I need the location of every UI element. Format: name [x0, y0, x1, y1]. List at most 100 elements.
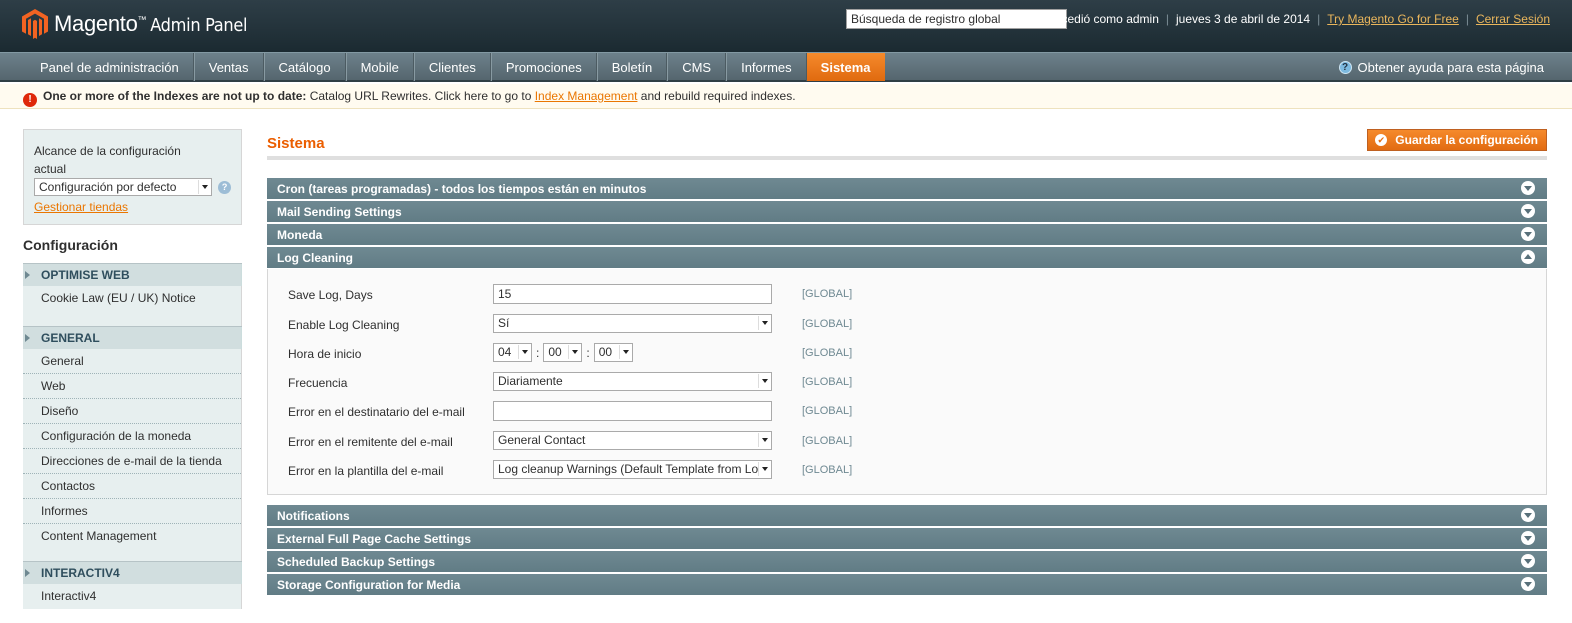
- chevron-down-icon: [758, 316, 770, 330]
- try-magento-go-link[interactable]: Try Magento Go for Free: [1327, 12, 1459, 26]
- expand-icon: [1521, 227, 1535, 241]
- expand-icon: [1521, 204, 1535, 218]
- enable-log-cleaning-select[interactable]: Sí: [493, 314, 772, 333]
- chevron-down-icon: [758, 374, 770, 388]
- frequency-label: Frecuencia: [288, 376, 348, 390]
- tab-item-reports[interactable]: Informes: [23, 499, 241, 524]
- chevron-down-icon: [758, 433, 770, 447]
- chevron-down-icon: [758, 462, 770, 476]
- nav-customers[interactable]: Clientes: [413, 53, 491, 81]
- help-icon[interactable]: ?: [218, 180, 231, 194]
- scope-label: [GLOBAL]: [802, 405, 853, 417]
- title-divider: [267, 156, 1547, 160]
- error-template-label: Error en la plantilla del e-mail: [288, 464, 444, 478]
- nav-catalog[interactable]: Catálogo: [263, 53, 346, 81]
- time-separator: :: [536, 345, 540, 360]
- help-link[interactable]: ? Obtener ayuda para esta página: [1338, 60, 1544, 75]
- scope-label: Alcance de la configuración actual: [34, 144, 181, 176]
- tab-item-design[interactable]: Diseño: [23, 399, 241, 424]
- tab-item-contacts[interactable]: Contactos: [23, 474, 241, 499]
- expand-icon: [1521, 577, 1535, 591]
- tab-item-store-emails[interactable]: Direcciones de e-mail de la tienda: [23, 449, 241, 474]
- global-search-input[interactable]: [846, 9, 1067, 29]
- error-recipient-label: Error en el destinatario del e-mail: [288, 405, 465, 419]
- log-cleaning-fieldset: Save Log, Days [GLOBAL] Enable Log Clean…: [267, 269, 1547, 495]
- config-title: Configuración: [23, 237, 118, 253]
- section-mail-sending[interactable]: Mail Sending Settings: [267, 201, 1547, 222]
- scope-label: [GLOBAL]: [802, 376, 853, 388]
- error-sender-label: Error en el remitente del e-mail: [288, 435, 453, 449]
- scope-label: [GLOBAL]: [802, 318, 853, 330]
- index-management-link[interactable]: Index Management: [535, 89, 638, 103]
- section-storage-media[interactable]: Storage Configuration for Media: [267, 574, 1547, 595]
- date-text: jueves 3 de abril de 2014: [1176, 12, 1311, 26]
- tab-item-content-management[interactable]: Content Management: [23, 524, 241, 549]
- separator: |: [1165, 12, 1169, 26]
- scope-label: [GLOBAL]: [802, 288, 853, 300]
- expand-icon: [1521, 508, 1535, 522]
- index-notice-bar: ! One or more of the Indexes are not up t…: [0, 84, 1572, 109]
- nav-promotions[interactable]: Promociones: [490, 53, 597, 81]
- section-currency[interactable]: Moneda: [267, 224, 1547, 245]
- section-cron[interactable]: Cron (tareas programadas) - todos los ti…: [267, 178, 1547, 199]
- save-log-label: Save Log, Days: [288, 288, 373, 302]
- nav-sales[interactable]: Ventas: [193, 53, 264, 81]
- nav-newsletter[interactable]: Boletín: [596, 53, 668, 81]
- start-minute-select[interactable]: 00: [543, 343, 583, 362]
- tab-group-title[interactable]: INTERACTIV4: [23, 562, 242, 584]
- magento-logo[interactable]: Magento™ Admin Panel: [22, 9, 248, 39]
- chevron-down-icon: [198, 180, 211, 194]
- chevron-down-icon: [518, 345, 530, 359]
- config-tabs: OPTIMISE WEB Cookie Law (EU / UK) Notice…: [23, 263, 242, 609]
- header-links: Accedió como admin | jueves 3 de abril d…: [1047, 12, 1550, 26]
- section-full-page-cache[interactable]: External Full Page Cache Settings: [267, 528, 1547, 549]
- expand-icon: [1521, 554, 1535, 568]
- tab-item-currency[interactable]: Configuración de la moneda: [23, 424, 241, 449]
- tab-item-cookie-law[interactable]: Cookie Law (EU / UK) Notice: [23, 286, 241, 311]
- nav-mobile[interactable]: Mobile: [345, 53, 414, 81]
- start-hour-select[interactable]: 04: [493, 343, 532, 362]
- tab-item-interactiv4[interactable]: Interactiv4: [23, 584, 241, 609]
- scope-label: [GLOBAL]: [802, 347, 853, 359]
- scope-label: [GLOBAL]: [802, 435, 853, 447]
- tab-group-title[interactable]: GENERAL: [23, 327, 242, 349]
- expand-icon: [1521, 531, 1535, 545]
- tab-group-optimise-web: OPTIMISE WEB Cookie Law (EU / UK) Notice: [23, 263, 242, 326]
- section-scheduled-backup[interactable]: Scheduled Backup Settings: [267, 551, 1547, 572]
- chevron-down-icon: [568, 345, 581, 359]
- error-icon: !: [23, 92, 37, 107]
- save-log-days-input[interactable]: [493, 284, 772, 304]
- collapse-icon: [1521, 250, 1535, 264]
- help-icon: ?: [1338, 61, 1352, 74]
- nav-reports[interactable]: Informes: [726, 53, 807, 81]
- start-time-label: Hora de inicio: [288, 347, 362, 361]
- error-template-select[interactable]: Log cleanup Warnings (Default Template f…: [493, 460, 772, 479]
- chevron-down-icon: [618, 345, 631, 359]
- separator: |: [1465, 12, 1469, 26]
- save-config-button[interactable]: ✔ Guardar la configuración: [1367, 129, 1547, 151]
- error-recipient-input[interactable]: [493, 401, 772, 421]
- tab-item-general[interactable]: General: [23, 349, 241, 374]
- manage-stores-link[interactable]: Gestionar tiendas: [34, 200, 231, 214]
- nav-system[interactable]: Sistema: [806, 53, 885, 81]
- section-log-cleaning[interactable]: Log Cleaning: [267, 247, 1547, 268]
- tab-group-general: GENERAL General Web Diseño Configuración…: [23, 326, 242, 561]
- check-icon: ✔: [1375, 134, 1388, 146]
- config-scope-box: Alcance de la configuración actual Confi…: [23, 129, 242, 225]
- tab-item-web[interactable]: Web: [23, 374, 241, 399]
- section-notifications[interactable]: Notifications: [267, 505, 1547, 526]
- nav-cms[interactable]: CMS: [667, 53, 727, 81]
- magento-logo-icon: [22, 9, 48, 39]
- tab-group-interactiv4: INTERACTIV4 Interactiv4: [23, 561, 242, 609]
- start-second-select[interactable]: 00: [593, 343, 633, 362]
- enable-log-cleaning-label: Enable Log Cleaning: [288, 318, 400, 332]
- scope-switcher-select[interactable]: Configuración por defecto: [34, 178, 213, 196]
- error-sender-select[interactable]: General Contact: [493, 431, 772, 450]
- tab-group-title[interactable]: OPTIMISE WEB: [23, 264, 242, 286]
- logout-link[interactable]: Cerrar Sesión: [1476, 12, 1550, 26]
- help-link-label: Obtener ayuda para esta página: [1357, 60, 1544, 75]
- notice-bold-text: One or more of the Indexes are not up to…: [43, 89, 307, 103]
- frequency-select[interactable]: Diariamente: [493, 372, 772, 391]
- nav-dashboard[interactable]: Panel de administración: [26, 53, 194, 81]
- separator: |: [1317, 12, 1321, 26]
